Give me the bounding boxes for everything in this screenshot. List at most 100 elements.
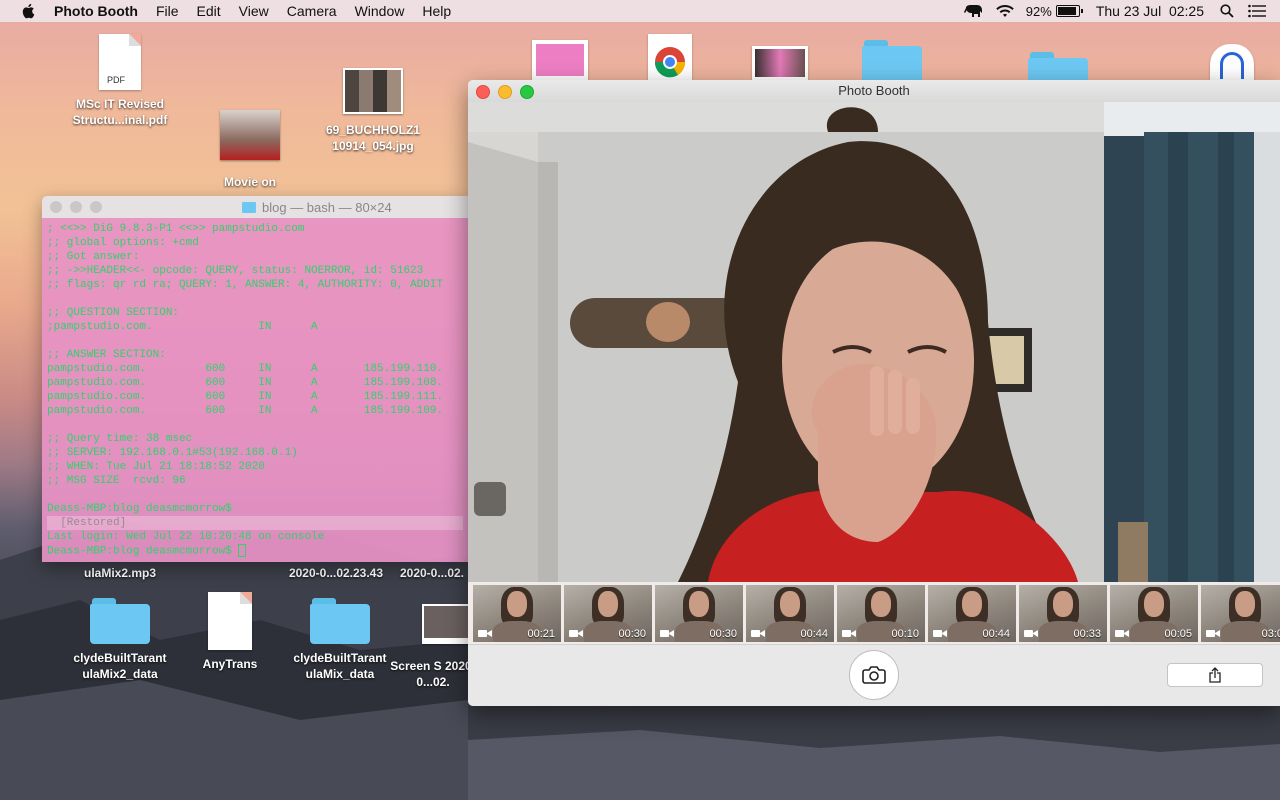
video-thumbnail[interactable]: 00:21 xyxy=(473,585,561,642)
desktop-icon-label: ulaMix2.mp3 xyxy=(83,566,157,580)
video-thumbnail[interactable]: 00:33 xyxy=(1019,585,1107,642)
desktop-icon-partial-image[interactable] xyxy=(752,46,808,80)
menu-file[interactable]: File xyxy=(156,3,179,19)
audio-app-icon[interactable] xyxy=(1210,44,1254,80)
video-thumbnail[interactable]: 00:30 xyxy=(655,585,743,642)
menu-help[interactable]: Help xyxy=(422,3,451,19)
menu-app-name[interactable]: Photo Booth xyxy=(54,3,138,19)
terminal-line: ;; global options: +cmd xyxy=(47,237,199,249)
terminal-line: Deass-MBP:blog deasmcmorrow$ xyxy=(47,503,232,515)
desktop-icon-screenshot[interactable]: Screen S 2020-0...02. xyxy=(390,604,476,690)
menu-window[interactable]: Window xyxy=(355,3,405,19)
camera-icon xyxy=(862,666,886,684)
desktop-icon-folder[interactable]: clydeBuiltTarant ulaMix2_data xyxy=(65,598,175,682)
desktop-icon-label: 69_BUCHHOLZ1 10914_054.jpg xyxy=(325,123,421,153)
desktop-icon-label: AnyTrans xyxy=(202,657,258,671)
desktop-icon-pdf[interactable]: PDF MSc IT Revised Structu...inal.pdf xyxy=(65,34,175,128)
zoom-button[interactable] xyxy=(90,201,102,213)
video-duration: 00:30 xyxy=(709,628,737,640)
terminal-line: ;; flags: qr rd ra; QUERY: 1, ANSWER: 4,… xyxy=(47,279,444,291)
chrome-icon[interactable] xyxy=(648,34,692,80)
desktop-icon-label: Movie on xyxy=(223,175,276,189)
desktop-icon-partial-pink-doc[interactable] xyxy=(532,40,588,80)
terminal-line: pampstudio.com. 600 IN A 185.199.111. xyxy=(47,391,444,403)
desktop-icon-label: clydeBuiltTarant ulaMix_data xyxy=(293,651,387,681)
video-thumbnail[interactable]: 03:0 xyxy=(1201,585,1280,642)
video-camera-icon xyxy=(1206,630,1220,637)
close-button[interactable] xyxy=(50,201,62,213)
video-duration: 00:44 xyxy=(800,628,828,640)
movie-file-icon xyxy=(220,110,280,160)
terminal-restored-marker: [Restored] xyxy=(47,516,463,530)
video-duration: 00:44 xyxy=(982,628,1010,640)
folder-icon xyxy=(90,598,150,644)
terminal-line: ;; ANSWER SECTION: xyxy=(47,349,166,361)
terminal-line: ; <<>> DiG 9.8.3-P1 <<>> pampstudio.com xyxy=(47,223,305,235)
desktop-icon-folder[interactable]: clydeBuiltTarant ulaMix_data xyxy=(285,598,395,682)
desktop-icon-image[interactable]: 69_BUCHHOLZ1 10914_054.jpg xyxy=(318,68,428,154)
window-title: Photo Booth xyxy=(838,83,910,98)
video-duration: 00:10 xyxy=(891,628,919,640)
folder-icon xyxy=(310,598,370,644)
photo-booth-window[interactable]: Photo Booth 00:21 00:30 00:30 00:44 00:1… xyxy=(468,80,1280,706)
terminal-line: pampstudio.com. 600 IN A 185.199.109. xyxy=(47,405,444,417)
desktop-icon-screenshot[interactable]: 2020-0...02. xyxy=(392,565,472,581)
screenshot-file-icon xyxy=(422,604,474,644)
video-duration: 00:30 xyxy=(618,628,646,640)
terminal-window[interactable]: blog — bash — 80×24 ; <<>> DiG 9.8.3-P1 … xyxy=(42,196,468,562)
video-camera-icon xyxy=(1024,630,1038,637)
desktop-icon-label: MSc IT Revised Structu...inal.pdf xyxy=(72,97,168,127)
menu-edit[interactable]: Edit xyxy=(197,3,221,19)
terminal-prompt: Deass-MBP:blog deasmcmorrow$ xyxy=(47,545,239,558)
menu-clock[interactable]: Thu 23 Jul 02:25 xyxy=(1096,3,1204,19)
video-thumbnail[interactable]: 00:05 xyxy=(1110,585,1198,642)
apple-menu-icon[interactable] xyxy=(20,3,38,19)
video-thumbnail[interactable]: 00:44 xyxy=(928,585,1016,642)
video-camera-icon xyxy=(660,630,674,637)
camera-feed-image xyxy=(468,102,1280,582)
video-camera-icon xyxy=(1115,630,1129,637)
terminal-title: blog — bash — 80×24 xyxy=(262,200,392,215)
video-camera-icon xyxy=(751,630,765,637)
menu-view[interactable]: View xyxy=(239,3,269,19)
terminal-line: pampstudio.com. 600 IN A 185.199.108. xyxy=(47,377,444,389)
video-camera-icon xyxy=(933,630,947,637)
video-duration: 00:05 xyxy=(1164,628,1192,640)
photo-booth-titlebar[interactable]: Photo Booth xyxy=(468,80,1280,103)
terminal-line: ;; Got answer: xyxy=(47,251,140,263)
minimize-button[interactable] xyxy=(70,201,82,213)
terminal-line: ;; ->>HEADER<<- opcode: QUERY, status: N… xyxy=(47,265,424,277)
desktop-icon-alias[interactable]: AnyTrans xyxy=(175,592,285,672)
video-camera-icon xyxy=(478,630,492,637)
terminal-line: ;; QUESTION SECTION: xyxy=(47,307,180,319)
video-thumbnail[interactable]: 00:10 xyxy=(837,585,925,642)
notification-center-icon[interactable] xyxy=(1248,4,1266,18)
desktop-icon-movie[interactable]: Movie on xyxy=(195,110,305,190)
wifi-icon[interactable] xyxy=(996,4,1014,18)
menu-camera[interactable]: Camera xyxy=(287,3,337,19)
video-thumbnail[interactable]: 00:30 xyxy=(564,585,652,642)
take-photo-button[interactable] xyxy=(849,650,899,700)
image-file-icon xyxy=(343,68,403,114)
battery-icon[interactable] xyxy=(1055,5,1083,17)
elephant-icon[interactable] xyxy=(963,4,984,18)
video-camera-icon xyxy=(842,630,856,637)
video-duration: 00:33 xyxy=(1073,628,1101,640)
pdf-file-icon: PDF xyxy=(99,34,141,90)
terminal-line: ;; WHEN: Tue Jul 21 18:18:52 2020 xyxy=(47,461,265,473)
terminal-cursor xyxy=(238,544,247,557)
share-button[interactable] xyxy=(1167,663,1263,687)
desktop-icon-label: Screen S 2020-0...02. xyxy=(390,659,476,689)
menu-bar: Photo Booth File Edit View Camera Window… xyxy=(0,0,1280,22)
video-thumbnail[interactable]: 00:44 xyxy=(746,585,834,642)
terminal-output[interactable]: ; <<>> DiG 9.8.3-P1 <<>> pampstudio.com … xyxy=(42,218,468,562)
thumbnail-strip[interactable]: 00:21 00:30 00:30 00:44 00:10 00:44 00:33 00:05… xyxy=(468,582,1280,644)
spotlight-search-icon[interactable] xyxy=(1220,4,1234,18)
terminal-titlebar[interactable]: blog — bash — 80×24 xyxy=(42,196,468,218)
battery-percentage: 92% xyxy=(1025,3,1052,19)
desktop-icon-screenshot[interactable]: 2020-0...02.23.43 xyxy=(276,565,396,581)
video-duration: 03:0 xyxy=(1261,628,1280,640)
desktop-icon-audio[interactable]: ulaMix2.mp3 xyxy=(65,565,175,581)
photo-booth-controls xyxy=(468,644,1280,706)
video-camera-icon xyxy=(569,630,583,637)
